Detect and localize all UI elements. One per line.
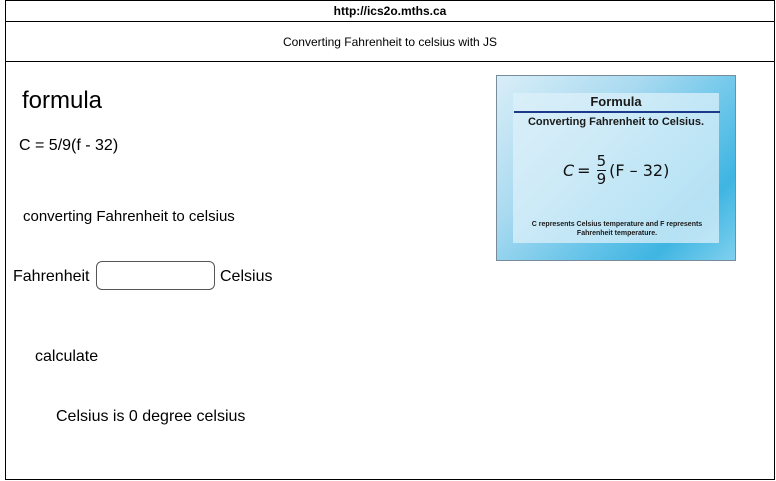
formula-text: C = 5/9(f - 32) — [19, 137, 119, 154]
equation-lhs: C — [563, 161, 575, 180]
formula-image: Formula Converting Fahrenheit to Celsius… — [496, 75, 736, 261]
formula-image-divider — [514, 111, 720, 113]
equation-fraction: 5 9 — [596, 152, 607, 188]
fraction-denominator: 9 — [596, 170, 607, 188]
formula-heading: formula — [22, 87, 103, 114]
fahrenheit-input[interactable] — [96, 261, 215, 290]
conversion-subheading: converting Fahrenheit to celsius — [23, 208, 235, 225]
page-header: Converting Fahrenheit to celsius with JS — [6, 22, 774, 62]
formula-image-note: C represents Celsius temperature and F r… — [531, 221, 703, 237]
fahrenheit-label: Fahrenheit — [13, 268, 90, 285]
equation-rhs: (F – 32) — [609, 161, 670, 180]
formula-image-equation: C = 5 9 (F – 32) — [563, 154, 669, 187]
page-frame: http://ics2o.mths.ca Converting Fahrenhe… — [5, 0, 775, 480]
url-text: http://ics2o.mths.ca — [333, 4, 447, 18]
page-title: Converting Fahrenheit to celsius with JS — [282, 34, 498, 49]
result-text: Celsius is 0 degree celsius — [56, 408, 246, 425]
fraction-numerator: 5 — [596, 152, 607, 171]
url-bar: http://ics2o.mths.ca — [6, 1, 774, 22]
calculate-button[interactable]: calculate — [35, 348, 98, 366]
formula-image-title: Formula — [590, 94, 642, 109]
formula-image-subtitle: Converting Fahrenheit to Celsius. — [527, 116, 705, 128]
equation-equals: = — [577, 161, 591, 180]
celsius-label: Celsius — [220, 268, 273, 285]
